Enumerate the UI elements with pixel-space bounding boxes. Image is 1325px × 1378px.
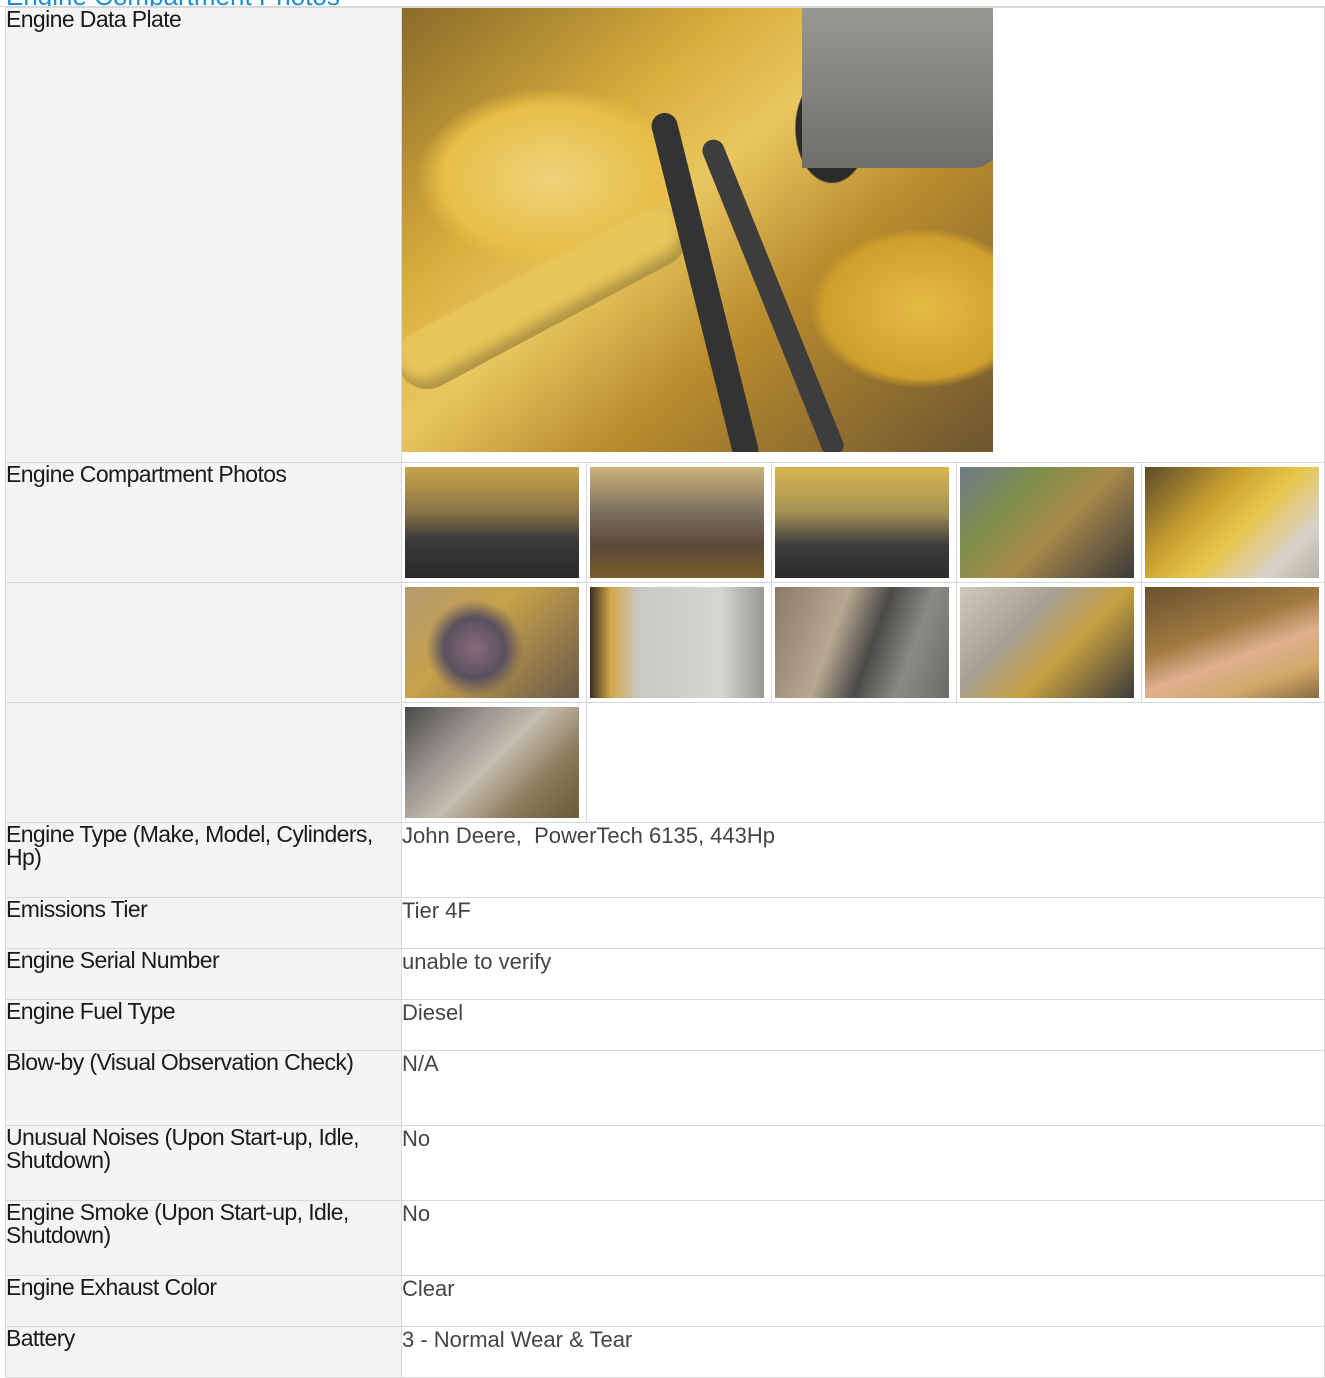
- row-engine-serial-number: Engine Serial Number unable to verify: [5, 948, 1325, 1000]
- engine-photo-thumbnail[interactable]: [1145, 587, 1319, 698]
- row-engine-compartment-photos-3: [5, 702, 1325, 823]
- label-emissions-tier: Emissions Tier: [5, 897, 402, 949]
- engine-photo-thumbnail[interactable]: [590, 587, 764, 698]
- label-engine-smoke: Engine Smoke (Upon Start-up, Idle, Shutd…: [5, 1200, 402, 1276]
- value-unusual-noises: No: [401, 1125, 1325, 1201]
- label-engine-serial-number: Engine Serial Number: [5, 948, 402, 1000]
- engine-photo-thumbnail[interactable]: [775, 467, 949, 578]
- label-engine-type: Engine Type (Make, Model, Cylinders, Hp): [5, 822, 402, 898]
- row-engine-compartment-photos: Engine Compartment Photos: [5, 462, 1325, 583]
- label-engine-fuel-type: Engine Fuel Type: [5, 999, 402, 1051]
- thumbnail-row-3: [401, 702, 1325, 823]
- engine-data-plate-photo[interactable]: [402, 8, 993, 452]
- value-battery: 3 - Normal Wear & Tear: [401, 1326, 1325, 1378]
- row-blow-by: Blow-by (Visual Observation Check) N/A: [5, 1050, 1325, 1126]
- engine-photo-thumbnail[interactable]: [590, 467, 764, 578]
- engine-photo-thumbnail[interactable]: [775, 587, 949, 698]
- row-battery: Battery 3 - Normal Wear & Tear: [5, 1326, 1325, 1378]
- engine-photo-thumbnail[interactable]: [405, 707, 579, 818]
- engine-photo-thumbnail[interactable]: [1145, 467, 1319, 578]
- value-blow-by: N/A: [401, 1050, 1325, 1126]
- row-engine-smoke: Engine Smoke (Upon Start-up, Idle, Shutd…: [5, 1200, 1325, 1276]
- label-engine-data-plate: Engine Data Plate: [5, 7, 402, 463]
- value-engine-fuel-type: Diesel: [401, 999, 1325, 1051]
- value-emissions-tier: Tier 4F: [401, 897, 1325, 949]
- row-emissions-tier: Emissions Tier Tier 4F: [5, 897, 1325, 949]
- engine-photo-thumbnail[interactable]: [405, 587, 579, 698]
- thumbnail-row-1: [401, 462, 1325, 583]
- label-blow-by: Blow-by (Visual Observation Check): [5, 1050, 402, 1126]
- engine-spec-table: Engine Data Plate Engine Compartment Pho…: [5, 7, 1325, 1378]
- row-engine-type: Engine Type (Make, Model, Cylinders, Hp)…: [5, 822, 1325, 898]
- thumbnail-row-2: [401, 582, 1325, 703]
- engine-photo-thumbnail[interactable]: [960, 467, 1134, 578]
- label-empty: [5, 702, 402, 823]
- label-unusual-noises: Unusual Noises (Upon Start-up, Idle, Shu…: [5, 1125, 402, 1201]
- tank-shape: [802, 8, 993, 168]
- label-engine-exhaust-color: Engine Exhaust Color: [5, 1275, 402, 1327]
- row-unusual-noises: Unusual Noises (Upon Start-up, Idle, Shu…: [5, 1125, 1325, 1201]
- engine-photo-thumbnail[interactable]: [960, 587, 1134, 698]
- value-engine-serial-number: unable to verify: [401, 948, 1325, 1000]
- value-engine-smoke: No: [401, 1200, 1325, 1276]
- label-battery: Battery: [5, 1326, 402, 1378]
- value-engine-data-plate: [401, 7, 1325, 463]
- value-engine-type: John Deere, PowerTech 6135, 443Hp: [401, 822, 1325, 898]
- label-engine-compartment-photos: Engine Compartment Photos: [5, 462, 402, 583]
- row-engine-fuel-type: Engine Fuel Type Diesel: [5, 999, 1325, 1051]
- row-engine-compartment-photos-2: [5, 582, 1325, 703]
- pipe-shape: [402, 196, 698, 400]
- label-empty: [5, 582, 402, 703]
- row-engine-exhaust-color: Engine Exhaust Color Clear: [5, 1275, 1325, 1327]
- row-engine-data-plate: Engine Data Plate: [5, 7, 1325, 463]
- engine-photo-thumbnail[interactable]: [405, 467, 579, 578]
- value-engine-exhaust-color: Clear: [401, 1275, 1325, 1327]
